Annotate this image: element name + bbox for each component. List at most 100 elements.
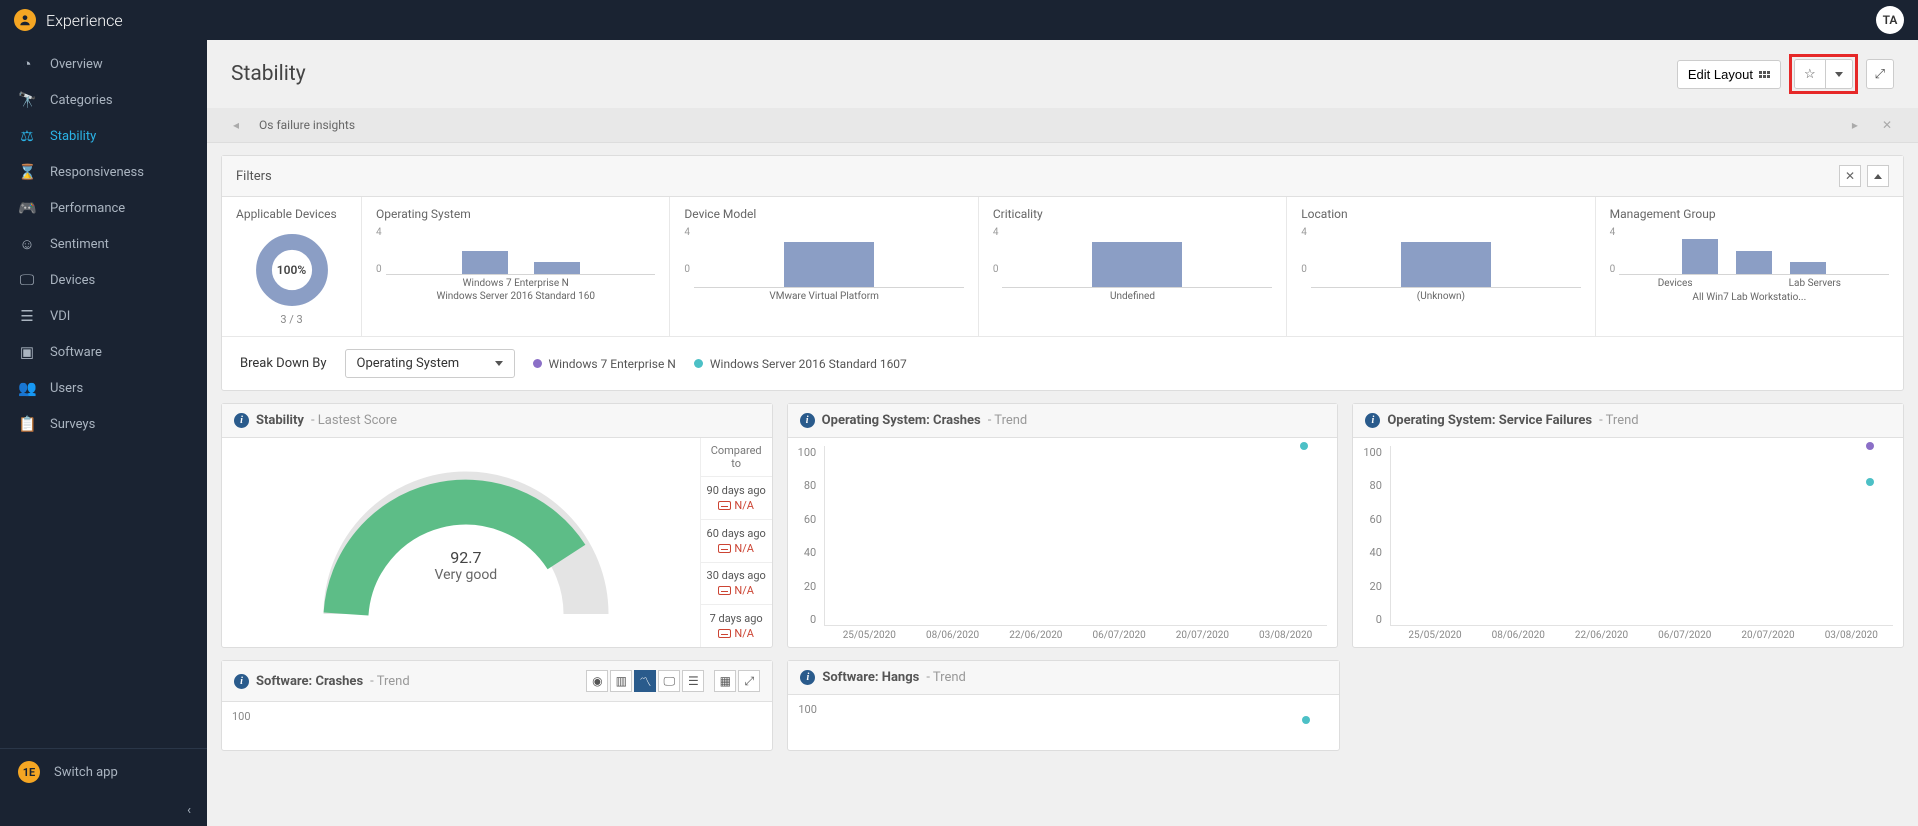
breadcrumb-text: Os failure insights	[259, 118, 355, 132]
tool-list-button[interactable]: ☰	[682, 670, 704, 692]
donut-ratio: 3 / 3	[280, 313, 302, 326]
page-title: Stability	[231, 62, 306, 86]
sidebar-item-software[interactable]: ▣Software	[0, 334, 207, 370]
binoculars-icon: 🔭	[18, 91, 36, 109]
favorite-dropdown-button[interactable]	[1826, 60, 1852, 88]
gauge-label: Very good	[232, 567, 700, 583]
grid-icon	[1759, 71, 1770, 78]
legend-item-1: Windows Server 2016 Standard 1607	[694, 357, 907, 371]
sidebar-item-label: VDI	[50, 309, 70, 324]
nav: ◔Overview 🔭Categories ⚖ Stability ⌛ Respon…	[0, 40, 207, 748]
switch-app-button[interactable]: 1E Switch app	[0, 748, 207, 795]
collapse-sidebar-button[interactable]: ‹	[0, 795, 207, 826]
pie-icon: ◔	[18, 55, 36, 73]
sidebar-item-performance[interactable]: 🎮Performance	[0, 190, 207, 226]
compare-7d: 7 days agoN/A	[701, 605, 772, 647]
sidebar-item-label: Responsiveness	[50, 165, 144, 180]
sidebar-item-surveys[interactable]: 📋Surveys	[0, 406, 207, 442]
brand-text: Experience	[46, 11, 123, 30]
sidebar-item-label: Devices	[50, 273, 95, 288]
main: Stability Edit Layout	[207, 40, 1918, 826]
sidebar: ◔Overview 🔭Categories ⚖ Stability ⌛ Respon…	[0, 40, 207, 826]
filter-criticality[interactable]: Criticality 40 Undefined	[979, 197, 1287, 336]
sidebar-item-categories[interactable]: 🔭Categories	[0, 82, 207, 118]
sidebar-item-responsiveness[interactable]: ⌛ Responsiveness	[0, 154, 207, 190]
sidebar-item-users[interactable]: 👥 Users	[0, 370, 207, 406]
tool-line-button[interactable]: 〽	[634, 670, 656, 692]
sidebar-item-label: Performance	[50, 201, 125, 216]
legend-dot-icon	[533, 359, 542, 368]
caret-up-icon	[1874, 174, 1882, 179]
y-axis: 100806040200	[798, 446, 825, 626]
tool-gauge-button[interactable]: ◉	[586, 670, 608, 692]
sidebar-item-label: Stability	[50, 129, 96, 144]
dashboard-icon	[718, 544, 731, 553]
switch-app-label: Switch app	[54, 765, 118, 780]
filter-title: Operating System	[376, 207, 655, 221]
legend-dot-icon	[694, 359, 703, 368]
filter-location[interactable]: Location 40 (Unknown)	[1287, 197, 1595, 336]
compare-90d: 90 days agoN/A	[701, 477, 772, 520]
tool-expand-button[interactable]: ⤢	[738, 670, 760, 692]
info-icon[interactable]: i	[800, 413, 815, 428]
sidebar-item-stability[interactable]: ⚖ Stability	[0, 118, 207, 154]
sidebar-item-label: Software	[50, 345, 102, 360]
filters-panel: Filters ✕ Applicable Devices	[221, 155, 1904, 391]
sidebar-item-overview[interactable]: ◔Overview	[0, 46, 207, 82]
breakdown-selected: Operating System	[357, 356, 460, 371]
tool-bar-button[interactable]: ▥	[610, 670, 632, 692]
filter-device-model[interactable]: Device Model 40 VMware Virtual Platform	[670, 197, 978, 336]
widget-stability-score: iStability- Lastest Score	[221, 403, 773, 648]
scale-icon: ⚖	[18, 127, 36, 145]
x-axis: 25/05/202008/06/202022/06/202006/07/2020…	[798, 626, 1328, 641]
sidebar-item-label: Users	[50, 381, 83, 396]
caret-down-icon	[495, 361, 503, 366]
trend-plot	[1390, 446, 1893, 626]
chart-type-toolbar: ◉ ▥ 〽 🖵 ☰	[586, 670, 704, 692]
widget-action-toolbar: ▦ ⤢	[714, 670, 760, 692]
hourglass-icon: ⌛	[18, 163, 36, 181]
sidebar-item-vdi[interactable]: ☰ VDI	[0, 298, 207, 334]
filters-collapse-button[interactable]	[1867, 165, 1889, 187]
tool-device-button[interactable]: 🖵	[658, 670, 680, 692]
widget-sw-crashes: iSoftware: Crashes- Trend ◉ ▥ 〽 🖵 ☰	[221, 660, 773, 751]
filter-mgmt-group[interactable]: Management Group 40 DevicesLab Servers A…	[1596, 197, 1903, 336]
x-axis: 25/05/202008/06/202022/06/202006/07/2020…	[1363, 626, 1893, 641]
filter-os[interactable]: Operating System 40 Windows 7 Enterprise…	[362, 197, 670, 336]
tool-table-button[interactable]: ▦	[714, 670, 736, 692]
widget-sw-hangs: iSoftware: Hangs- Trend 100	[787, 660, 1339, 751]
monitor-icon: 🖵	[18, 271, 36, 289]
breadcrumb-close-button[interactable]: ✕	[1876, 116, 1898, 134]
server-icon: ☰	[18, 307, 36, 325]
star-icon	[1804, 66, 1816, 82]
users-icon: 👥	[18, 379, 36, 397]
breadcrumb: ◂ Os failure insights ▸ ✕	[207, 108, 1918, 143]
filter-title: Location	[1301, 207, 1580, 221]
info-icon[interactable]: i	[800, 670, 815, 685]
data-point	[1300, 442, 1308, 450]
breadcrumb-back-button[interactable]: ◂	[227, 116, 245, 134]
info-icon[interactable]: i	[1365, 413, 1380, 428]
smile-icon: ☺	[18, 235, 36, 253]
edit-layout-button[interactable]: Edit Layout	[1677, 60, 1781, 89]
y-axis: 100	[232, 710, 259, 744]
info-icon[interactable]: i	[234, 413, 249, 428]
dashboard-icon	[718, 629, 731, 638]
filters-clear-button[interactable]: ✕	[1839, 165, 1861, 187]
legend-item-0: Windows 7 Enterprise N	[533, 357, 676, 371]
gauge-chart: 92.7 Very good	[232, 448, 700, 637]
fullscreen-button[interactable]	[1866, 59, 1894, 89]
favorite-button[interactable]	[1795, 60, 1826, 88]
trend-plot	[259, 710, 763, 744]
sidebar-item-devices[interactable]: 🖵 Devices	[0, 262, 207, 298]
info-icon[interactable]: i	[234, 674, 249, 689]
breadcrumb-next-button[interactable]: ▸	[1846, 116, 1864, 134]
avatar[interactable]: TA	[1876, 6, 1904, 34]
data-point	[1302, 716, 1310, 724]
compare-30d: 30 days agoN/A	[701, 563, 772, 606]
widget-os-crashes: iOperating System: Crashes- Trend 100806…	[787, 403, 1339, 648]
compare-header: Compared to	[701, 438, 772, 477]
breakdown-select[interactable]: Operating System	[345, 349, 515, 378]
sidebar-item-sentiment[interactable]: ☺Sentiment	[0, 226, 207, 262]
dashboard-icon	[718, 586, 731, 595]
